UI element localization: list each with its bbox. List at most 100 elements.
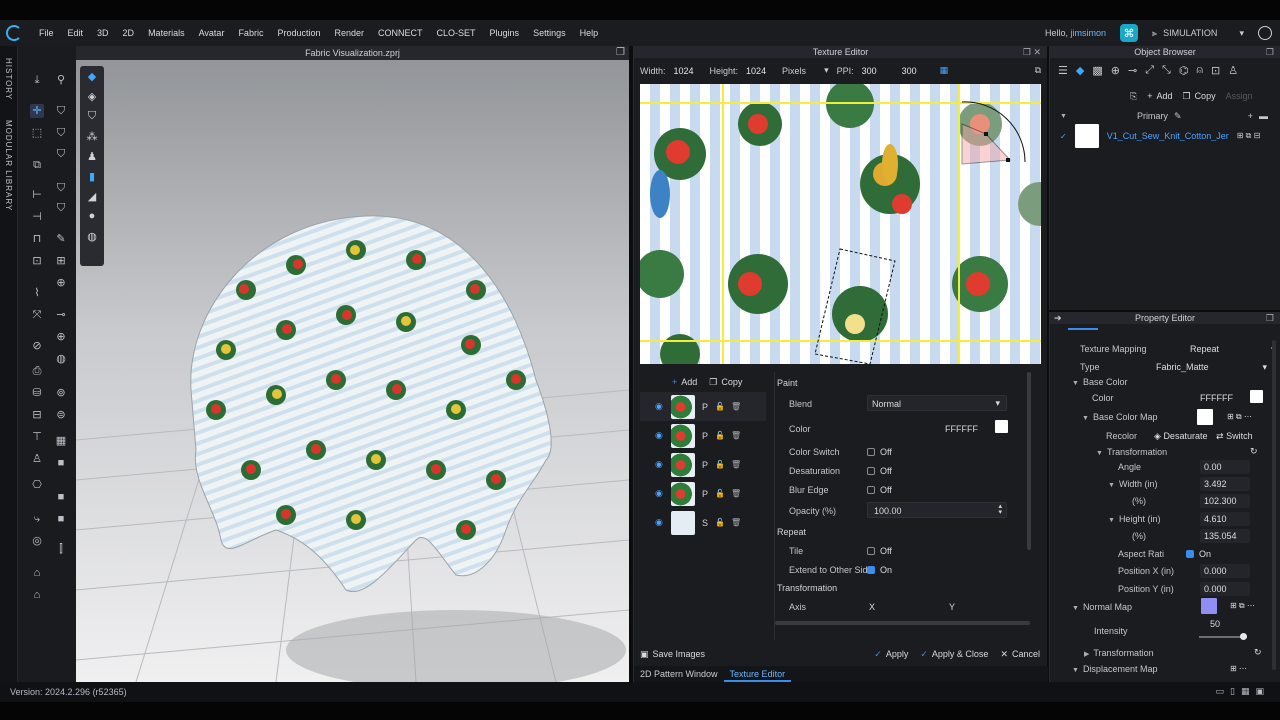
transformation-row[interactable]: ▼ Transformation [1096, 447, 1167, 457]
layer-copy-button[interactable]: ❐ Copy [709, 377, 742, 388]
map-options-icon[interactable]: ⊞ ⧉ ⋯ [1227, 412, 1252, 422]
eye-icon[interactable]: ◉ [655, 430, 665, 441]
menu-help[interactable]: Help [580, 28, 599, 38]
panel-controls[interactable]: ❐ ✕ [1023, 46, 1041, 58]
shape-tool-icon[interactable]: ⎔ [30, 478, 44, 492]
menu-file[interactable]: File [39, 28, 54, 38]
fabric-display-icon[interactable]: ▮ [80, 166, 104, 186]
fabric-list-item[interactable]: ✓ V1_Cut_Sew_Knit_Cotton_Jersey ⊞ ⧉ ⊟ [1060, 124, 1268, 148]
units-dropdown[interactable]: Pixels ▾ [782, 65, 829, 76]
button-icon[interactable]: ⊕ [1111, 64, 1120, 77]
grid-icon[interactable]: ▩ [1092, 64, 1102, 77]
pin-icon[interactable]: ⊸ [1128, 64, 1137, 77]
folder-icon[interactable]: ▬ [1259, 111, 1268, 121]
graphic-icon[interactable]: ⊡ [1211, 64, 1220, 77]
ring-tool-icon[interactable]: ◎ [30, 534, 44, 548]
width-input[interactable]: 1024 [674, 66, 702, 76]
ppi-x-input[interactable]: 300 [862, 66, 894, 76]
desaturation-toggle[interactable]: Off [867, 466, 892, 476]
menu-2d[interactable]: 2D [123, 28, 135, 38]
menu-plugins[interactable]: Plugins [490, 28, 520, 38]
horizontal-scrollbar[interactable] [775, 621, 1030, 625]
layer-row[interactable]: ◉ P 🔓 🗑 [640, 392, 766, 421]
shirt-tool-icon[interactable]: ⛉ [54, 104, 68, 118]
aspect-ratio-toggle[interactable]: On [1186, 549, 1211, 559]
layer-row[interactable]: ◉ P 🔓 🗑 [640, 450, 766, 479]
fabric-icon[interactable]: ◆ [1076, 64, 1084, 77]
switch-button[interactable]: ⇄ Switch [1216, 431, 1253, 442]
history-tab[interactable]: HISTORY [4, 58, 13, 100]
menu-fabric[interactable]: Fabric [238, 28, 263, 38]
menu-render[interactable]: Render [334, 28, 364, 38]
object-add-button[interactable]: + Add [1147, 91, 1172, 101]
save-images-button[interactable]: ▣ Save Images [640, 649, 705, 660]
eye-icon[interactable]: ◉ [655, 459, 665, 470]
bag-icon[interactable]: ⛁ [30, 386, 44, 400]
texture-mapping-dropdown[interactable]: Repeat▾ [1190, 344, 1276, 355]
trim-icon[interactable]: ⊓ [30, 232, 44, 246]
window-restore-icon[interactable]: ❐ [616, 47, 625, 58]
trim-icon[interactable]: ⌬ [1179, 64, 1189, 77]
opacity-input[interactable]: 100.00 ▴ ▾ [867, 502, 1007, 518]
lock-icon[interactable]: 🔓 [715, 402, 725, 411]
object-copy-button[interactable]: ❐ Copy [1182, 91, 1215, 102]
lock-icon[interactable]: 🔓 [715, 431, 725, 440]
network-icon[interactable]: ⌘ [1120, 24, 1138, 42]
avatar-tool-icon[interactable]: ♙ [30, 452, 44, 466]
square-tool-icon[interactable]: ■ [54, 456, 68, 470]
position-y-input[interactable]: 0.000 [1200, 582, 1250, 596]
normal-map-options-icon[interactable]: ⊞ ⧉ ⋯ [1230, 601, 1255, 611]
shoe-tool-icon[interactable]: ⌂ [30, 566, 44, 580]
tool-icon-a[interactable]: ⊚ [54, 386, 68, 400]
apply-close-button[interactable]: ✓ Apply & Close [920, 649, 988, 660]
glove-tool-icon[interactable]: ⌂ [30, 588, 44, 602]
steam-tool-icon[interactable]: ⫿ [54, 542, 68, 556]
tab-texture-editor[interactable]: Texture Editor [723, 666, 792, 682]
export-icon[interactable]: ⧉ [1035, 65, 1041, 76]
globe-icon[interactable]: ◍ [80, 226, 104, 246]
vertical-scrollbar[interactable] [1027, 372, 1031, 550]
tool-icon-b[interactable]: ⊜ [54, 408, 68, 422]
object-assign-button[interactable]: Assign [1226, 91, 1253, 101]
height-input[interactable]: 1024 [746, 66, 774, 76]
graphic-icon[interactable]: ⊘ [30, 339, 44, 353]
light-icon[interactable]: ● [80, 206, 104, 226]
displacement-options-icon[interactable]: ⊞ ⋯ [1230, 664, 1247, 673]
intensity-slider-thumb[interactable] [1240, 633, 1247, 640]
lock-icon[interactable]: 🔓 [715, 460, 725, 469]
box-select-icon[interactable]: ⬚ [30, 126, 44, 140]
base-color-map-row[interactable]: ▼ Base Color Map [1082, 412, 1157, 422]
blend-dropdown[interactable]: Normal ▾ [867, 395, 1007, 411]
3d-viewport[interactable]: Fabric Visualization.zprj ❐ ◆ ◈ ⛉ ⁂ ♟ ▮ … [76, 46, 629, 682]
layer-icon[interactable]: ▦ [54, 434, 68, 448]
eye-icon[interactable]: ◉ [655, 488, 665, 499]
texture-move-icon[interactable]: ⤧ [30, 308, 44, 322]
reset-icon[interactable]: ↻ [1250, 446, 1258, 457]
color-switch-toggle[interactable]: Off [867, 447, 892, 457]
lock-icon[interactable]: 🔓 [715, 489, 725, 498]
width-pct-input[interactable]: 102.300 [1200, 494, 1250, 508]
tab-2d-pattern-window[interactable]: 2D Pattern Window [634, 666, 724, 682]
height-row[interactable]: ▼ Height (in) [1108, 514, 1160, 524]
base-color-section[interactable]: ▼ Base Color [1072, 377, 1127, 387]
import-icon[interactable]: ⎘ [1130, 91, 1137, 102]
sphere-icon[interactable]: ◍ [54, 352, 68, 366]
curve-tool-icon[interactable]: ⤷ [30, 512, 44, 526]
brush-icon[interactable]: ✎ [54, 232, 68, 246]
height-pct-input[interactable]: 135.054 [1200, 529, 1250, 543]
width-row[interactable]: ▼ Width (in) [1108, 479, 1157, 489]
desaturate-button[interactable]: ◈ Desaturate [1154, 431, 1207, 442]
layer-row[interactable]: ◉ S 🔓 🗑 [640, 508, 766, 537]
display-mode-icon[interactable]: ◆ [80, 66, 104, 86]
add-icon[interactable]: + [1248, 111, 1253, 121]
square-tool-icon-2[interactable]: ■ [54, 490, 68, 504]
normal-map-thumbnail[interactable] [1201, 598, 1217, 614]
width-input[interactable]: 3.492 [1200, 477, 1250, 491]
edit-texture-icon[interactable]: ⎙ [30, 364, 44, 378]
window-restore-icon[interactable]: ❐ [1266, 312, 1274, 324]
position-x-input[interactable]: 0.000 [1200, 564, 1250, 578]
list-icon[interactable]: ☰ [1058, 64, 1068, 77]
layout-icons[interactable]: ▭▯▦▣ [1216, 686, 1270, 697]
menu-settings[interactable]: Settings [533, 28, 566, 38]
color-hex-value[interactable]: FFFFFF [945, 424, 978, 434]
